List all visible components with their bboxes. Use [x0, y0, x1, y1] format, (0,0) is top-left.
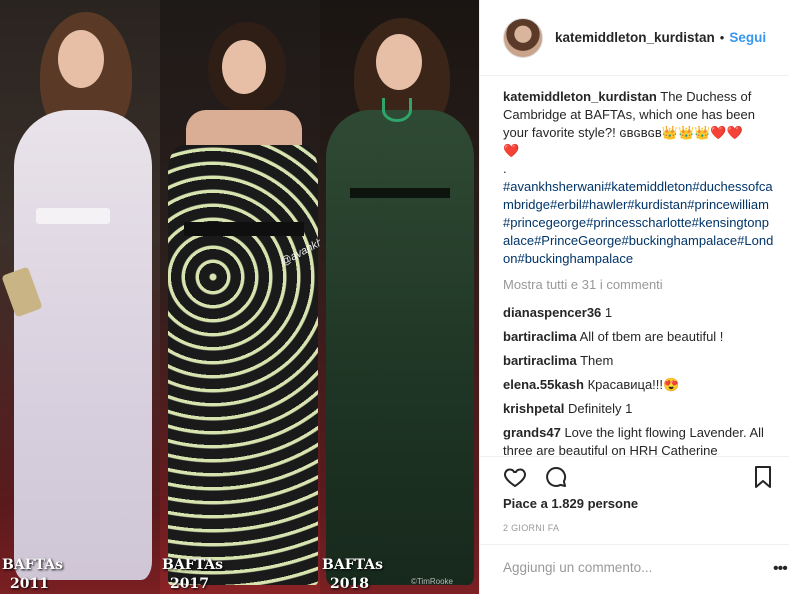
- photo-credit: ©TimRooke: [410, 577, 453, 586]
- divider: [480, 544, 789, 545]
- comment-item: elena.55kash Красавица!!!😍: [503, 376, 775, 394]
- caption-username[interactable]: katemiddleton_kurdistan: [503, 89, 657, 104]
- comment-item: bartiraclima Them: [503, 352, 775, 370]
- lavender-gown: [14, 110, 152, 580]
- heart-outline-icon[interactable]: [503, 465, 527, 489]
- bookmark-icon[interactable]: [751, 465, 775, 489]
- avatar[interactable]: [503, 17, 543, 58]
- comments-list[interactable]: katemiddleton_kurdistan The Duchess of C…: [503, 88, 775, 456]
- post-photo[interactable]: BAFTAs 2011 @avankhsherwani BAFTAs 2017 …: [0, 0, 479, 594]
- comment-text: 1: [604, 305, 613, 320]
- comment-text: Them: [580, 353, 614, 368]
- comment-username[interactable]: grands47: [503, 425, 561, 440]
- caption-dot: .: [503, 161, 507, 176]
- likes-count[interactable]: Piace a 1.829 persone: [503, 496, 638, 511]
- action-bar: [503, 465, 775, 489]
- face: [222, 40, 266, 94]
- crown-emoji: 👑👑👑: [661, 125, 711, 140]
- emerald-necklace: [382, 98, 412, 122]
- hashtags[interactable]: #avankhsherwani#katemiddleton#duchessofc…: [503, 178, 775, 268]
- speech-bubble-icon[interactable]: [544, 465, 568, 489]
- panel-caption: BAFTAs 2017: [162, 557, 224, 592]
- comment-username[interactable]: bartiraclima: [503, 353, 577, 368]
- comment-username[interactable]: krishpetal: [503, 401, 564, 416]
- photo-panel-2011: BAFTAs 2011: [0, 0, 160, 594]
- comment-text: Definitely 1: [568, 401, 633, 416]
- green-gown: [326, 110, 474, 585]
- sash: [184, 222, 304, 236]
- comment-item: krishpetal Definitely 1: [503, 400, 775, 418]
- velvet-band: [350, 188, 450, 198]
- comment-username[interactable]: elena.55kash: [503, 377, 584, 392]
- header-username[interactable]: katemiddleton_kurdistan: [555, 30, 715, 45]
- add-comment-input[interactable]: Aggiungi un commento...: [503, 560, 652, 575]
- comment-username[interactable]: bartiraclima: [503, 329, 577, 344]
- heart-emoji: ❤️: [503, 143, 520, 158]
- comment-text: All of tbem are beautiful !: [579, 329, 724, 344]
- comment-text: Красавица!!!😍: [587, 377, 680, 392]
- photo-panel-2018: ©TimRooke BAFTAs 2018: [320, 0, 479, 594]
- post-sidebar: katemiddleton_kurdistan • Segui katemidd…: [479, 0, 789, 594]
- separator-dot: •: [719, 30, 725, 45]
- panel-caption: BAFTAs 2011: [2, 557, 64, 592]
- follow-button[interactable]: Segui: [729, 30, 766, 45]
- post-header: katemiddleton_kurdistan • Segui: [480, 0, 789, 76]
- comment-item: grands47 Love the light flowing Lavender…: [503, 424, 775, 456]
- divider: [480, 456, 789, 457]
- belt: [36, 208, 110, 224]
- panel-caption: BAFTAs 2018: [322, 557, 384, 592]
- post-caption: katemiddleton_kurdistan The Duchess of C…: [503, 88, 775, 268]
- comment-username[interactable]: dianaspencer36: [503, 305, 601, 320]
- heart-emoji: ❤️❤️: [710, 125, 743, 140]
- black-floral-gown: [168, 145, 318, 585]
- post-timestamp[interactable]: 2 GIORNI FA: [503, 523, 559, 533]
- view-all-comments-link[interactable]: Mostra tutti e 31 i commenti: [503, 276, 775, 294]
- photo-panel-2017: @avankhsherwani BAFTAs 2017: [160, 0, 320, 594]
- face: [376, 34, 422, 90]
- comment-item: dianaspencer36 1: [503, 304, 775, 322]
- more-options-icon[interactable]: •••: [773, 560, 788, 578]
- comment-item: bartiraclima All of tbem are beautiful !: [503, 328, 775, 346]
- face: [58, 30, 104, 88]
